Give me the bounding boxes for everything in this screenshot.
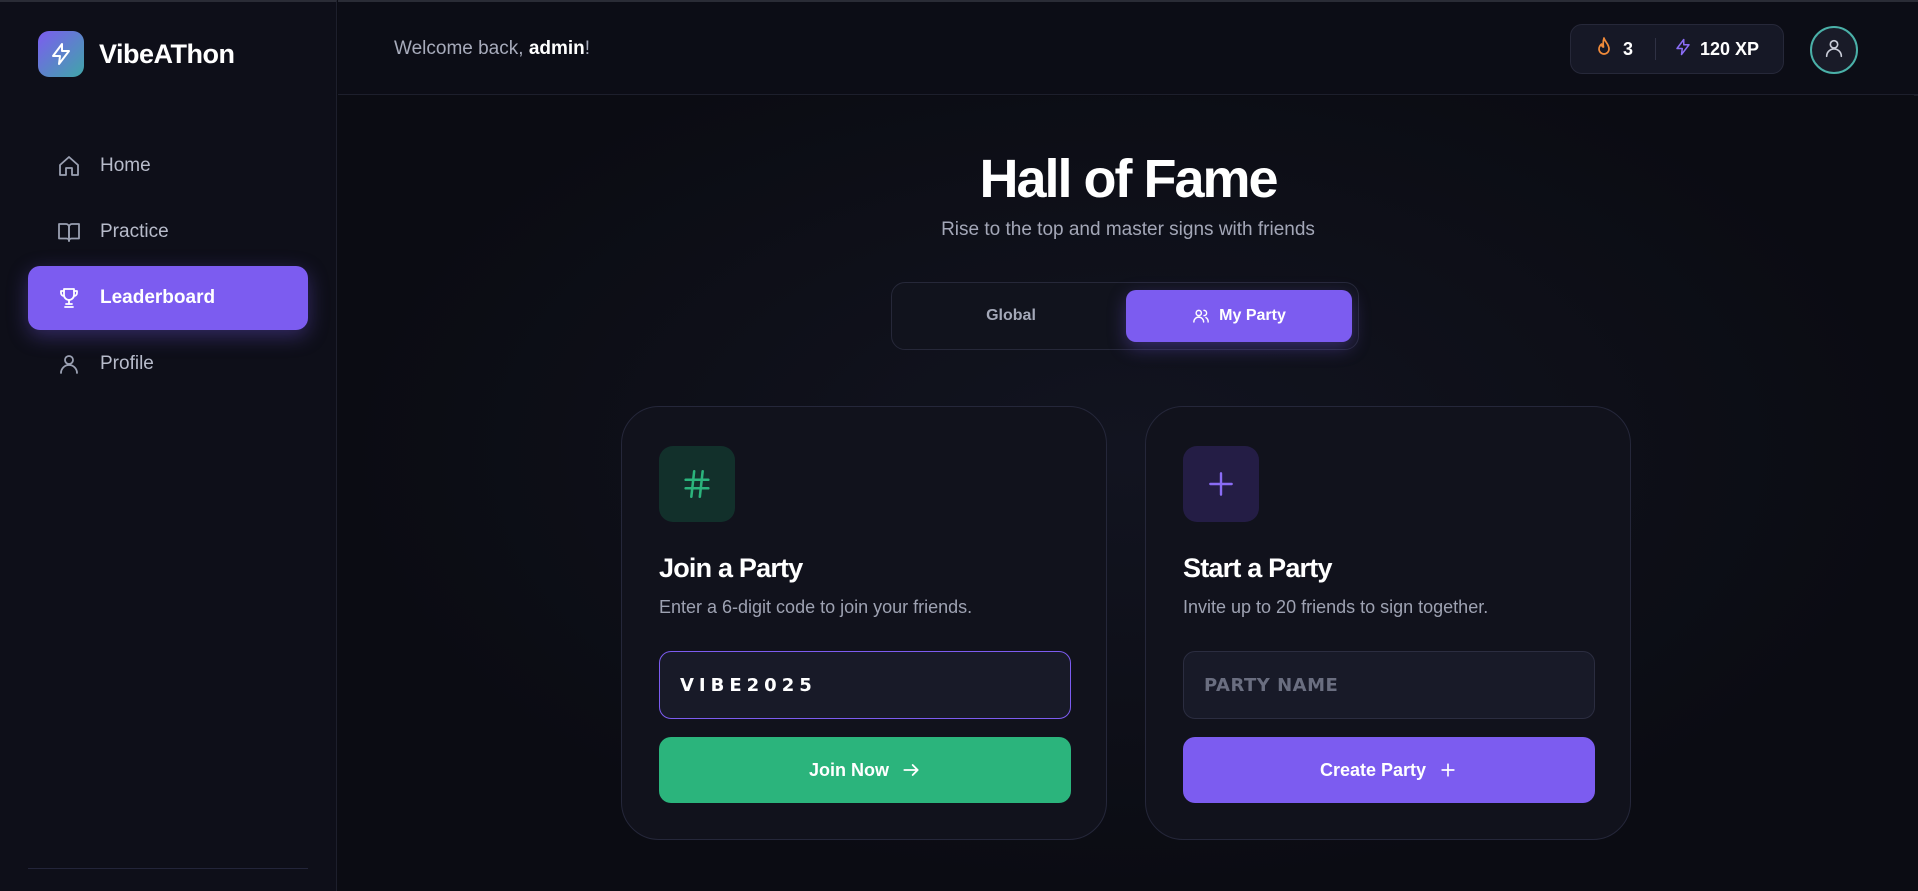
party-name-input[interactable] [1183,651,1595,719]
join-now-button[interactable]: Join Now [659,737,1071,803]
plus-icon [1438,760,1458,780]
flame-icon [1595,36,1613,62]
tab-label: My Party [1219,307,1286,324]
app-root: VibeAThon Home Practice Leaderboard Prof… [0,0,1918,891]
welcome-message: Welcome back, admin! [394,38,590,60]
main-content: Hall of Fame Rise to the top and master … [338,96,1918,891]
leaderboard-tabs: Global My Party [891,282,1359,350]
brand-name: VibeAThon [99,38,235,69]
top-bar: Welcome back, admin! 3 120 XP [338,0,1918,95]
xp-stat: 120 XP [1674,37,1759,62]
user-icon [56,351,82,377]
sidebar: VibeAThon Home Practice Leaderboard Prof… [0,0,337,891]
streak-stat: 3 [1595,36,1634,62]
lightning-icon [38,31,84,77]
username: admin [528,38,585,59]
home-icon [56,153,82,179]
book-icon [56,219,82,245]
sidebar-item-label: Home [100,155,151,176]
lightning-icon [1674,37,1692,62]
join-card-title: Join a Party [659,553,803,583]
stats-divider [1655,38,1657,60]
sidebar-divider [28,868,308,869]
page-subtitle: Rise to the top and master signs with fr… [941,219,1315,240]
users-icon [1192,307,1210,325]
sidebar-nav: Home Practice Leaderboard Profile [28,134,308,398]
tab-my-party[interactable]: My Party [1126,290,1352,342]
plus-icon [1183,446,1259,522]
sidebar-item-label: Leaderboard [100,287,216,308]
streak-count: 3 [1623,38,1634,59]
trophy-icon [56,285,82,311]
page-title: Hall of Fame [979,149,1278,209]
xp-value: 120 XP [1700,38,1760,59]
hash-icon [659,446,735,522]
join-party-card: Join a Party Enter a 6-digit code to joi… [621,406,1107,840]
create-button-label: Create Party [1319,759,1427,780]
create-card-title: Start a Party [1183,553,1332,583]
tab-label: Global [986,307,1036,324]
sidebar-item-label: Profile [100,353,154,374]
join-card-description: Enter a 6-digit code to join your friend… [659,597,973,617]
join-button-label: Join Now [809,759,889,780]
tab-global[interactable]: Global [900,290,1122,342]
user-icon [1823,37,1845,64]
welcome-prefix: Welcome back, [394,38,529,59]
sidebar-item-home[interactable]: Home [28,134,308,198]
create-party-button[interactable]: Create Party [1183,737,1595,803]
welcome-suffix: ! [584,38,591,59]
sidebar-item-practice[interactable]: Practice [28,200,308,264]
brand[interactable]: VibeAThon [38,31,235,77]
sidebar-item-label: Practice [100,221,169,242]
start-party-card: Start a Party Invite up to 20 friends to… [1145,406,1631,840]
sidebar-item-leaderboard[interactable]: Leaderboard [28,266,308,330]
arrow-right-icon [901,760,921,780]
stats-pill: 3 120 XP [1570,24,1784,74]
party-code-input[interactable] [659,651,1071,719]
sidebar-item-profile[interactable]: Profile [28,332,308,396]
avatar-button[interactable] [1810,26,1858,74]
create-card-description: Invite up to 20 friends to sign together… [1183,597,1489,617]
